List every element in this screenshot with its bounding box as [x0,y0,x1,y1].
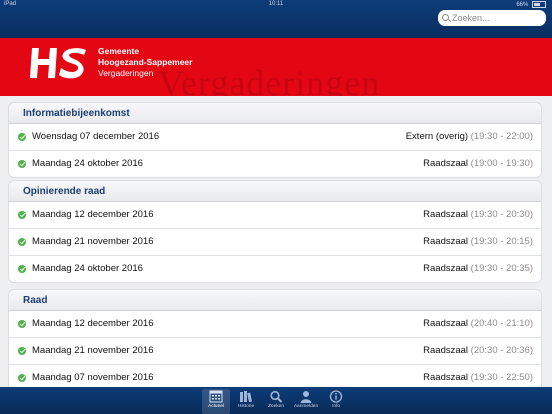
check-icon [18,320,26,328]
meeting-row[interactable]: Maandag 24 oktober 2016 Raadszaal (19:00… [9,151,541,177]
meeting-row[interactable]: Maandag 12 december 2016 Raadszaal (19:3… [9,202,541,229]
tab-actueel[interactable]: Actueel [202,389,230,414]
meeting-date: Maandag 07 november 2016 [32,372,154,383]
org-line-gemeente: Gemeente [98,46,140,56]
search-input[interactable]: Zoeken... [438,10,546,26]
meeting-time: (19:30 - 20:30) [470,209,533,220]
battery-status: 66% [516,1,546,8]
clock: 10:11 [268,1,284,7]
meeting-time: (19:00 - 19:30) [470,158,533,169]
meeting-location: Raadszaal [423,209,469,220]
books-icon [240,391,252,403]
meeting-location: Extern (overig) [405,131,469,142]
check-icon [18,211,26,219]
section-title: Informatiebijeenkomst [8,102,542,124]
search-icon [442,14,449,21]
calendar-icon [209,390,223,403]
section-informatiebijeenkomst: Informatiebijeenkomst Woensdag 07 decemb… [8,102,542,178]
check-icon [18,347,26,355]
info-icon [329,390,343,403]
check-icon [18,238,26,246]
meeting-location: Raadszaal [423,372,469,383]
meeting-date: Woensdag 07 december 2016 [32,131,160,142]
section-raad: Raad Maandag 12 december 2016 Raadszaal … [8,289,542,387]
tab-info[interactable]: Info [322,389,350,414]
tab-bar: Actueel Historie Zoeken Aanmelden Info [0,387,552,414]
check-icon [18,133,26,141]
section-title: Opinierende raad [8,180,542,202]
tab-label: Info [331,404,340,409]
tab-label: Actueel [208,404,224,409]
meeting-location: Raadszaal [423,236,469,247]
top-navigation-bar: iPad 10:11 66% Zoeken... [0,0,552,38]
meeting-date: Maandag 24 oktober 2016 [32,263,143,274]
check-icon [18,265,26,273]
person-icon [300,391,312,403]
organization-name: Gemeente Hoogezand-Sappemeer Vergadering… [98,46,192,79]
tab-aanmelden[interactable]: Aanmelden [292,389,320,414]
meeting-time: (20:30 - 20:36) [470,345,533,356]
meeting-location: Raadszaal [423,345,469,356]
meeting-location: Raadszaal [423,318,469,329]
section-title: Raad [8,289,542,311]
check-icon [18,160,26,168]
meeting-date: Maandag 12 december 2016 [32,318,154,329]
battery-percentage: 66% [516,2,529,9]
meeting-date: Maandag 21 november 2016 [32,345,154,356]
tab-zoeken[interactable]: Zoeken [262,389,290,414]
meeting-row[interactable]: Maandag 24 oktober 2016 Raadszaal (19:30… [9,256,541,282]
org-line-municipality: Hoogezand-Sappemeer [98,57,193,67]
org-line-subtitle: Vergaderingen [98,68,154,78]
meeting-date: Maandag 24 oktober 2016 [32,158,143,169]
meeting-row[interactable]: Maandag 21 november 2016 Raadszaal (20:3… [9,338,541,365]
meetings-list[interactable]: Informatiebijeenkomst Woensdag 07 decemb… [0,96,552,387]
meeting-row[interactable]: Maandag 21 november 2016 Raadszaal (19:3… [9,229,541,256]
municipality-logo [30,48,86,79]
app-header: Vergaderingen Gemeente Hoogezand-Sappeme… [0,38,552,96]
meeting-location: Raadszaal [423,263,469,274]
status-bar: iPad 10:11 66% [0,0,552,9]
tab-label: Historie [237,404,255,409]
meeting-row[interactable]: Woensdag 07 december 2016 Extern (overig… [9,124,541,151]
tab-label: Aanmelden [293,404,319,409]
search-icon [270,390,283,403]
meeting-row[interactable]: Maandag 07 november 2016 Raadszaal (19:3… [9,365,541,387]
section-opinierende-raad: Opinierende raad Maandag 12 december 201… [8,180,542,283]
meeting-time: (20:40 - 21:10) [470,318,533,329]
meeting-time: (19:30 - 22:00) [470,131,533,142]
meeting-row[interactable]: Maandag 12 december 2016 Raadszaal (20:4… [9,311,541,338]
tab-label: Zoeken [268,404,284,409]
meeting-time: (19:30 - 20:15) [470,236,533,247]
battery-icon [532,1,546,8]
meeting-time: (19:30 - 20:35) [470,263,533,274]
tab-historie[interactable]: Historie [232,389,260,414]
meeting-time: (19:30 - 22:50) [470,372,533,383]
meeting-date: Maandag 12 december 2016 [32,209,154,220]
meeting-date: Maandag 21 november 2016 [32,236,154,247]
check-icon [18,374,26,382]
meeting-location: Raadszaal [423,158,469,169]
search-placeholder: Zoeken... [452,13,490,23]
